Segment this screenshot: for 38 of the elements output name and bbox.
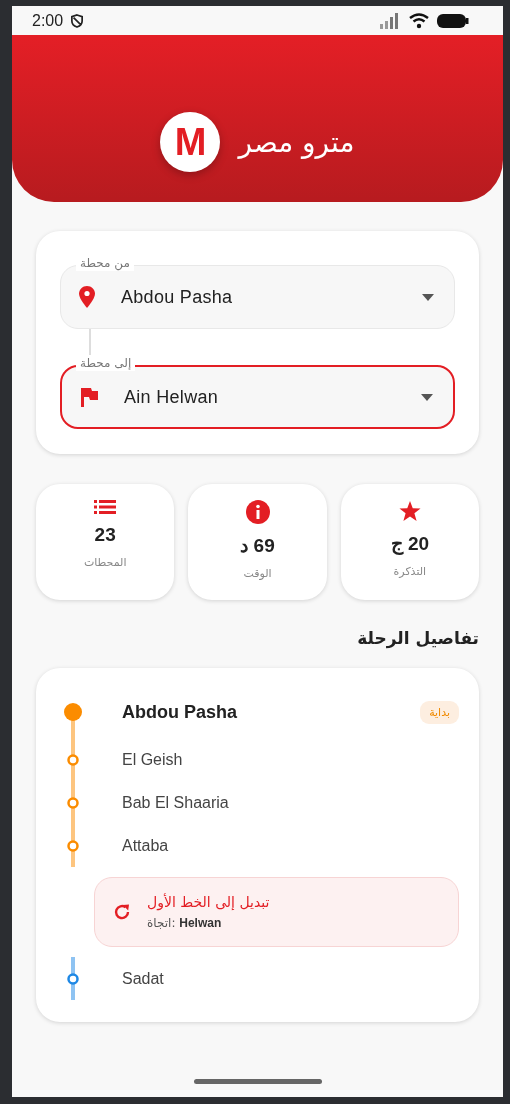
station-dot-icon bbox=[67, 753, 79, 766]
station-dot-icon bbox=[67, 839, 79, 852]
signal-icon bbox=[379, 12, 401, 29]
station-name: Sadat bbox=[122, 969, 165, 988]
app-title: مترو مصر bbox=[238, 125, 355, 159]
start-tag: بداية bbox=[420, 700, 459, 724]
stat-label: التذكرة bbox=[393, 565, 427, 578]
direction-label: اتجاة: bbox=[147, 916, 176, 930]
list-icon bbox=[94, 500, 117, 514]
info-icon bbox=[245, 500, 270, 524]
dropdown-caret-icon bbox=[422, 293, 434, 301]
shield-icon bbox=[71, 13, 84, 28]
station-name: Attaba bbox=[122, 836, 170, 855]
location-pin-icon bbox=[79, 286, 95, 308]
battery-icon bbox=[437, 12, 469, 29]
stat-label: المحطات bbox=[83, 556, 127, 569]
station-dot-icon bbox=[67, 972, 79, 985]
refresh-icon bbox=[113, 903, 131, 921]
station-name: Abdou Pasha bbox=[122, 701, 238, 723]
direction-value: Helwan bbox=[179, 916, 222, 930]
station-name: El Geish bbox=[122, 750, 184, 769]
field-label: إلى محطة bbox=[76, 355, 136, 371]
dropdown-caret-icon bbox=[421, 393, 433, 401]
station-name: Bab El Shaaria bbox=[122, 793, 230, 812]
transfer-title: تبديل إلى الخط الأول bbox=[147, 894, 270, 910]
section-title: تفاصيل الرحلة bbox=[356, 628, 479, 648]
metro-logo: M bbox=[160, 112, 221, 172]
flag-icon bbox=[80, 387, 98, 407]
stat-value: 20 ج bbox=[390, 532, 430, 555]
stat-label: الوقت bbox=[243, 567, 272, 580]
star-icon bbox=[398, 500, 421, 522]
station-dot-icon bbox=[67, 796, 79, 809]
stat-value: 23 bbox=[94, 524, 116, 546]
stat-value: 69 د bbox=[240, 534, 275, 557]
field-label: من محطة bbox=[76, 255, 134, 271]
clock: 2:00 bbox=[32, 11, 64, 30]
start-dot-icon bbox=[64, 703, 82, 721]
wifi-icon bbox=[409, 12, 429, 29]
